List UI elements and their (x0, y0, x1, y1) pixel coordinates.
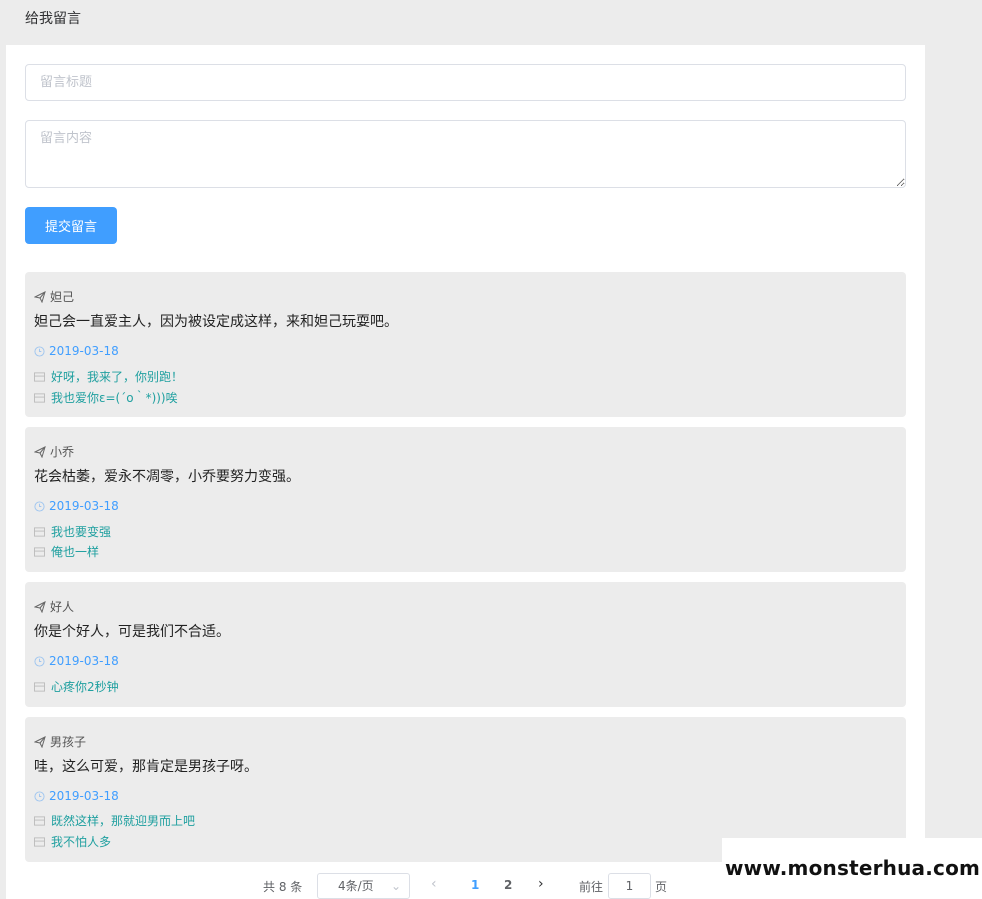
date-text: 2019-03-18 (49, 789, 119, 803)
message-content: 你是个好人，可是我们不合适。 (34, 624, 230, 640)
goto-unit: 页 (655, 880, 668, 894)
message-date: 2019-03-18 (34, 344, 119, 358)
reply-item: 俺也一样 (34, 543, 99, 560)
reply-item: 好呀，我来了，你别跑！ (34, 368, 183, 385)
message-content-input[interactable] (25, 120, 906, 188)
reply-item: 我也要变强 (34, 523, 111, 540)
watermark: www.monsterhua.com (722, 838, 982, 899)
reply-text: 既然这样，那就迎男而上吧 (51, 814, 196, 828)
reply-text: 我也爱你ε=(´ο｀*)))唉 (51, 391, 178, 405)
message-date: 2019-03-18 (34, 789, 119, 803)
message-date: 2019-03-18 (34, 499, 119, 513)
message-content: 妲己会一直爱主人，因为被设定成这样，来和妲己玩耍吧。 (34, 314, 398, 330)
goto-page-input[interactable] (608, 873, 651, 899)
clock-icon (34, 500, 45, 512)
reply-item: 心疼你2秒钟 (34, 678, 119, 695)
author-name: 好人 (50, 600, 75, 614)
main-panel: 提交留言 妲己 妲己会一直爱主人，因为被设定成这样，来和妲己玩耍吧。 2019-… (6, 45, 925, 899)
page-number-2[interactable]: 2 (504, 878, 512, 892)
reply-text: 心疼你2秒钟 (51, 680, 119, 694)
page-size-select[interactable]: 4条/页 ⌄ (317, 873, 410, 899)
message-date: 2019-03-18 (34, 654, 119, 668)
paper-plane-icon (34, 445, 46, 458)
reply-text: 我也要变强 (51, 525, 112, 539)
chevron-down-icon: ⌄ (390, 879, 401, 893)
clock-icon (34, 655, 45, 667)
author-name: 小乔 (50, 445, 75, 459)
paper-plane-icon (34, 735, 46, 748)
message-author: 好人 (34, 598, 74, 615)
message-icon (34, 371, 45, 382)
reply-text: 我不怕人多 (51, 835, 112, 849)
date-text: 2019-03-18 (49, 499, 119, 513)
message-author: 妲己 (34, 288, 74, 305)
message-icon (34, 526, 45, 537)
author-name: 妲己 (50, 290, 75, 304)
page-title: 给我留言 (25, 11, 81, 27)
clock-icon (34, 790, 45, 802)
submit-message-button[interactable]: 提交留言 (25, 207, 117, 244)
paper-plane-icon (34, 600, 46, 613)
message-card: 妲己 妲己会一直爱主人，因为被设定成这样，来和妲己玩耍吧。 2019-03-18… (25, 272, 906, 417)
date-text: 2019-03-18 (49, 654, 119, 668)
message-icon (34, 392, 45, 403)
clock-icon (34, 345, 45, 357)
message-card: 好人 你是个好人，可是我们不合适。 2019-03-18 心疼你2秒钟 (25, 582, 906, 707)
watermark-text: www.monsterhua.com (725, 856, 981, 880)
chevron-left-icon[interactable]: ‹ (431, 876, 437, 892)
date-text: 2019-03-18 (49, 344, 119, 358)
paper-plane-icon (34, 290, 46, 303)
message-icon (34, 546, 45, 557)
message-icon (34, 836, 45, 847)
message-content: 花会枯萎，爱永不凋零，小乔要努力变强。 (34, 469, 300, 485)
reply-item: 既然这样，那就迎男而上吧 (34, 812, 195, 829)
pagination-total: 共 8 条 (263, 880, 303, 894)
message-icon (34, 815, 45, 826)
reply-item: 我不怕人多 (34, 833, 111, 850)
message-title-input[interactable] (25, 64, 906, 101)
message-content: 哇，这么可爱，那肯定是男孩子呀。 (34, 759, 258, 775)
chevron-right-icon[interactable]: › (538, 876, 544, 892)
goto-label: 前往 (579, 880, 604, 894)
author-name: 男孩子 (50, 735, 87, 749)
message-card: 小乔 花会枯萎，爱永不凋零，小乔要努力变强。 2019-03-18 我也要变强 … (25, 427, 906, 572)
reply-text: 好呀，我来了，你别跑！ (51, 370, 184, 384)
message-author: 小乔 (34, 443, 74, 460)
message-author: 男孩子 (34, 733, 86, 750)
reply-text: 俺也一样 (51, 545, 100, 559)
reply-item: 我也爱你ε=(´ο｀*)))唉 (34, 389, 178, 406)
page-number-1[interactable]: 1 (471, 878, 479, 892)
message-icon (34, 681, 45, 692)
page-size-value: 4条/页 (338, 879, 374, 893)
